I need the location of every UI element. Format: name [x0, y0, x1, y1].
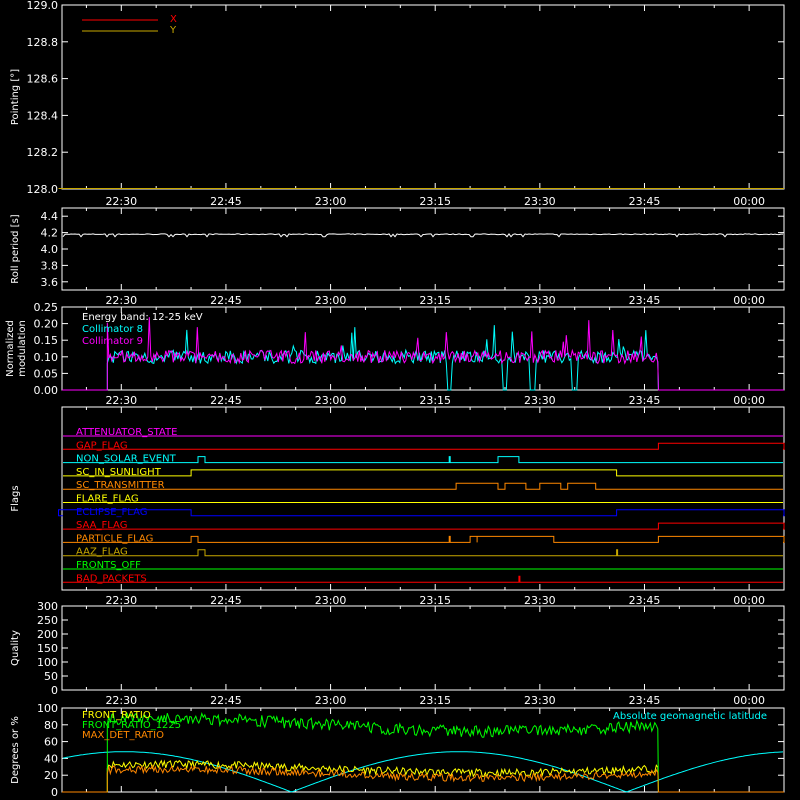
- y-tick-label: 129.0: [27, 0, 59, 12]
- x-tick-label: 22:45: [210, 394, 242, 407]
- y-tick-label: 300: [37, 600, 58, 613]
- y-tick-label: 0.00: [34, 384, 59, 397]
- y-tick-label: 3.6: [41, 276, 59, 289]
- y-tick-label: 0: [51, 786, 58, 799]
- x-tick-label: 00:00: [733, 294, 765, 307]
- legend-label-y: Y: [169, 25, 177, 36]
- x-tick-label: 22:30: [105, 394, 137, 407]
- x-tick-label: 23:45: [629, 394, 661, 407]
- y-tick-label: 3.8: [41, 259, 59, 272]
- x-tick-label: 23:15: [419, 394, 451, 407]
- x-tick-label: 23:30: [524, 694, 556, 707]
- y-axis-label: Pointing [°]: [10, 69, 21, 125]
- y-tick-label: 4.2: [41, 227, 59, 240]
- y-tick-label: 128.2: [27, 146, 59, 159]
- y-axis-label: Flags: [10, 485, 21, 511]
- legend-label-max-det-ratio: MAX_DET_RATIO: [82, 730, 164, 741]
- y-tick-label: 60: [44, 736, 58, 749]
- y-tick-label: 100: [37, 656, 58, 669]
- y-tick-label: 0.20: [34, 318, 59, 331]
- y-tick-label: 50: [44, 670, 58, 683]
- x-tick-label: 23:15: [419, 195, 451, 208]
- x-tick-label: 22:30: [105, 294, 137, 307]
- y-tick-label: 128.4: [27, 109, 59, 122]
- x-tick-label: 22:30: [105, 195, 137, 208]
- x-tick-label: 23:30: [524, 294, 556, 307]
- y-tick-label: 0.25: [34, 301, 59, 314]
- x-tick-label: 23:30: [524, 594, 556, 607]
- x-tick-label: 22:45: [210, 195, 242, 208]
- x-tick-label: 22:45: [210, 294, 242, 307]
- x-tick-label: 23:00: [315, 694, 347, 707]
- flag-label-eclipse-flag: ECLIPSE_FLAG: [76, 507, 147, 518]
- x-tick-label: 22:45: [210, 694, 242, 707]
- y-tick-label: 0.10: [34, 351, 59, 364]
- x-tick-label: 00:00: [733, 195, 765, 208]
- x-tick-label: 23:45: [629, 594, 661, 607]
- x-tick-label: 23:45: [629, 694, 661, 707]
- y-tick-label: 0.15: [34, 334, 59, 347]
- legend-label-x: X: [170, 14, 177, 25]
- x-tick-label: 23:30: [524, 394, 556, 407]
- x-tick-label: 23:15: [419, 294, 451, 307]
- y-axis-label: Quality: [10, 630, 21, 666]
- y-axis-label: modulation: [17, 320, 28, 377]
- hessi-quicklook-figure: 22:30 22:45 23:00 23:15 23:30 23:45 00:00 128.0…: [0, 0, 800, 800]
- x-tick-label: 23:00: [315, 195, 347, 208]
- x-tick-label: 23:45: [629, 195, 661, 208]
- y-tick-label: 150: [37, 642, 58, 655]
- x-tick-label: 23:15: [419, 694, 451, 707]
- y-axis-label: Roll period [s]: [10, 214, 21, 283]
- legend-label-collimator-8: Collimator 8: [82, 324, 143, 335]
- x-tick-label: 23:00: [315, 294, 347, 307]
- y-tick-label: 4.0: [41, 243, 59, 256]
- x-tick-label: 22:45: [210, 594, 242, 607]
- y-tick-label: 200: [37, 628, 58, 641]
- x-tick-label: 23:30: [524, 195, 556, 208]
- y-tick-label: 40: [44, 752, 58, 765]
- x-tick-label: 00:00: [733, 694, 765, 707]
- y-axis-label: Degrees or %: [10, 716, 21, 784]
- y-tick-label: 128.0: [27, 183, 59, 196]
- x-tick-label: 23:15: [419, 594, 451, 607]
- legend-label-collimator-9: Collimator 9: [82, 336, 143, 347]
- x-tick-label: 22:30: [105, 594, 137, 607]
- y-tick-label: 128.8: [27, 36, 59, 49]
- y-tick-label: 0.05: [34, 367, 59, 380]
- y-tick-label: 4.4: [41, 210, 59, 223]
- y-tick-label: 128.6: [27, 73, 59, 86]
- x-tick-label: 00:00: [733, 394, 765, 407]
- energy-band-annotation: Energy band: 12-25 keV: [82, 312, 203, 323]
- x-tick-label: 22:30: [105, 694, 137, 707]
- y-tick-label: 0: [51, 684, 58, 697]
- x-tick-label: 00:00: [733, 594, 765, 607]
- x-tick-label: 23:00: [315, 394, 347, 407]
- legend-label-geomagnetic-latitude: Absolute geomagnetic latitude: [613, 711, 767, 722]
- y-tick-label: 100: [37, 702, 58, 715]
- x-tick-label: 23:00: [315, 594, 347, 607]
- y-tick-label: 250: [37, 614, 58, 627]
- y-tick-label: 80: [44, 719, 58, 732]
- y-axis-label: Normalized: [5, 320, 16, 377]
- y-tick-label: 20: [44, 769, 58, 782]
- x-tick-label: 23:45: [629, 294, 661, 307]
